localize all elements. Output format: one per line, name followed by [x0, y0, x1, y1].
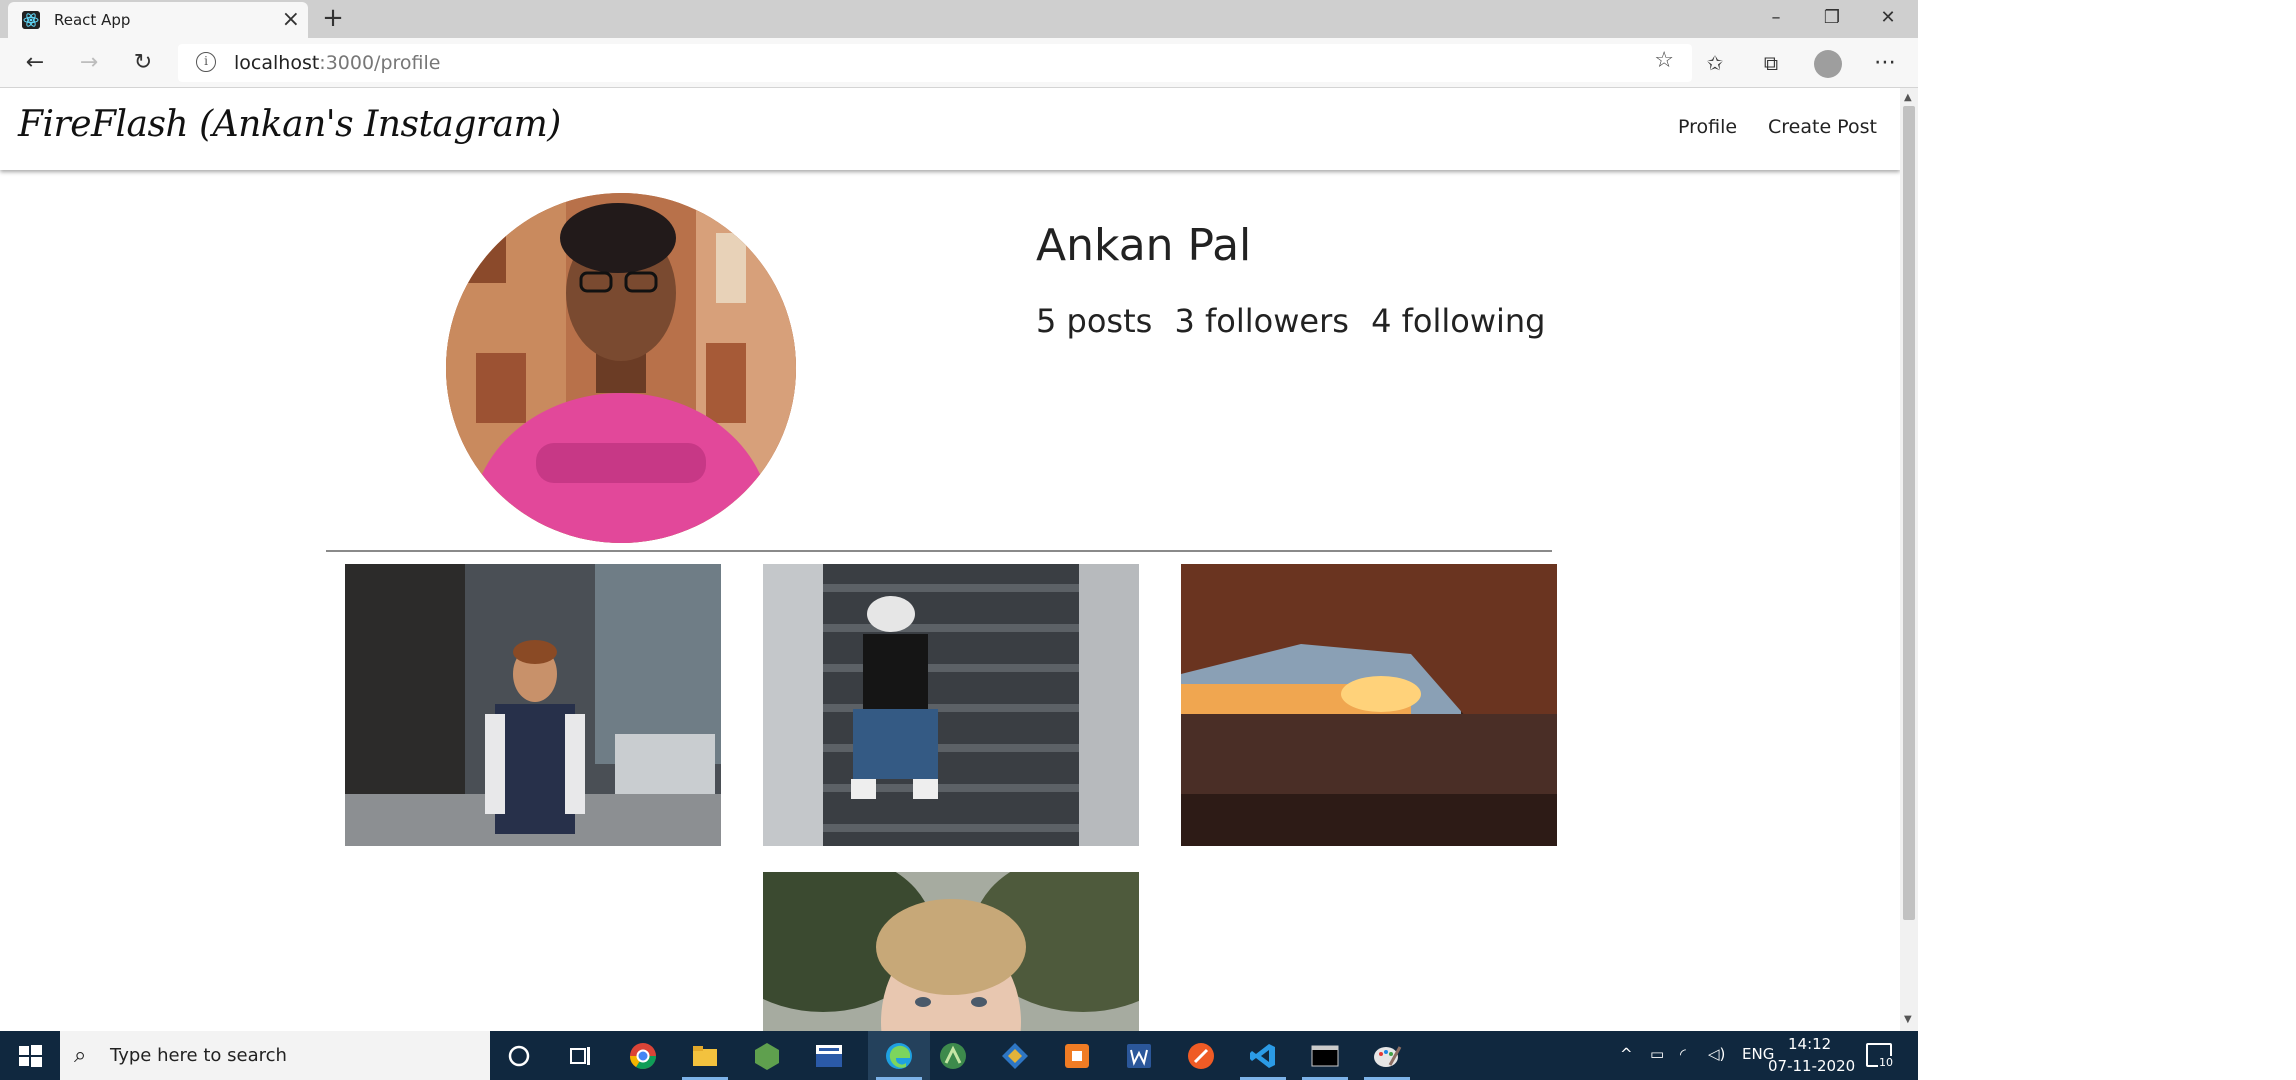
- posts-count: 5 posts: [1036, 302, 1153, 340]
- search-icon: ⌕: [74, 1043, 87, 1068]
- react-favicon-icon: [22, 11, 40, 29]
- address-bar[interactable]: i localhost:3000/profile ☆: [178, 44, 1692, 82]
- battery-icon[interactable]: ▭: [1650, 1045, 1664, 1063]
- screen: React App × + – ❐ ✕ ← → ↻ i localhost:30…: [0, 0, 2296, 1080]
- vscode-icon[interactable]: [1248, 1041, 1278, 1071]
- followers-count[interactable]: 3 followers: [1174, 302, 1348, 340]
- wifi-icon[interactable]: ◜: [1680, 1045, 1686, 1063]
- more-menu-icon[interactable]: ⋯: [1868, 46, 1902, 80]
- nodejs-icon[interactable]: [752, 1041, 782, 1071]
- notification-center-icon[interactable]: 10: [1866, 1043, 1894, 1069]
- reload-icon[interactable]: ↻: [126, 46, 160, 80]
- task-view-icon[interactable]: [566, 1041, 596, 1071]
- devcpp-icon[interactable]: [814, 1041, 844, 1071]
- profile-name: Ankan Pal: [1036, 220, 1252, 271]
- file-explorer-icon[interactable]: [690, 1041, 720, 1071]
- app-navbar: FireFlash (Ankan's Instagram) Profile Cr…: [0, 88, 1900, 170]
- forward-arrow-icon[interactable]: →: [72, 46, 106, 80]
- search-placeholder: Type here to search: [110, 1045, 287, 1066]
- scroll-down-arrow-icon[interactable]: ▼: [1904, 1014, 1912, 1025]
- scroll-up-arrow-icon[interactable]: ▲: [1904, 92, 1912, 103]
- brand-logo[interactable]: FireFlash (Ankan's Instagram): [18, 104, 561, 145]
- paint-icon[interactable]: [1372, 1041, 1402, 1071]
- browser-toolbar: ← → ↻ i localhost:3000/profile ☆ ✩ ⧉ ⋯: [0, 38, 1918, 88]
- chrome-icon[interactable]: [628, 1041, 658, 1071]
- profile-divider: [326, 550, 1552, 552]
- favorite-star-icon[interactable]: ☆: [1654, 48, 1674, 73]
- new-tab-icon[interactable]: +: [318, 2, 348, 34]
- user-avatar-icon[interactable]: [1814, 50, 1842, 78]
- window-close-icon[interactable]: ✕: [1860, 0, 1916, 38]
- page-viewport: FireFlash (Ankan's Instagram) Profile Cr…: [0, 88, 1918, 1031]
- clock-date[interactable]: 07-11-2020: [1768, 1057, 1855, 1075]
- post-thumbnail[interactable]: [763, 872, 1139, 1031]
- show-hidden-icons-icon[interactable]: ^: [1620, 1045, 1633, 1063]
- following-count[interactable]: 4 following: [1371, 302, 1545, 340]
- edge-icon[interactable]: [884, 1041, 914, 1071]
- restore-icon[interactable]: ❐: [1804, 0, 1860, 38]
- vertical-scrollbar[interactable]: ▲ ▼: [1900, 88, 1918, 1031]
- terminal-icon[interactable]: [1310, 1041, 1340, 1071]
- xampp-icon[interactable]: [1062, 1041, 1092, 1071]
- site-info-icon[interactable]: i: [196, 52, 216, 72]
- clock-time[interactable]: 14:12: [1788, 1035, 1831, 1053]
- minimize-icon[interactable]: –: [1748, 0, 1804, 38]
- taskbar-search-box[interactable]: ⌕ Type here to search: [60, 1031, 490, 1080]
- notification-count: 10: [1878, 1056, 1894, 1069]
- windows-taskbar: ⌕ Type here to search ^ ▭ ◜ ◁) ENG 14:12…: [0, 1031, 1918, 1080]
- profile-stats: 5 posts 3 followers 4 following: [1036, 302, 1557, 340]
- nav-link-create-post[interactable]: Create Post: [1768, 116, 1877, 138]
- tab-close-icon[interactable]: ×: [282, 6, 300, 34]
- volume-icon[interactable]: ◁): [1708, 1045, 1725, 1063]
- browser-tab[interactable]: React App ×: [8, 2, 308, 38]
- back-arrow-icon[interactable]: ←: [18, 46, 52, 80]
- windows-start-icon[interactable]: [0, 1031, 60, 1080]
- postman-icon[interactable]: [1186, 1041, 1216, 1071]
- profile-picture: [446, 193, 796, 543]
- post-thumbnail[interactable]: [345, 564, 721, 846]
- post-thumbnail[interactable]: [763, 564, 1139, 846]
- nav-link-profile[interactable]: Profile: [1678, 116, 1737, 138]
- favorites-list-icon[interactable]: ✩: [1698, 46, 1732, 80]
- scroll-thumb[interactable]: [1903, 106, 1915, 920]
- cortana-icon[interactable]: [504, 1041, 534, 1071]
- browser-tab-strip: React App × + – ❐ ✕: [0, 0, 1918, 38]
- git-icon[interactable]: [1000, 1041, 1030, 1071]
- collections-icon[interactable]: ⧉: [1754, 46, 1788, 80]
- android-studio-icon[interactable]: [938, 1041, 968, 1071]
- address-url[interactable]: localhost:3000/profile: [234, 52, 440, 74]
- tab-title: React App: [54, 11, 131, 29]
- post-thumbnail[interactable]: [1181, 564, 1557, 846]
- word-icon[interactable]: [1124, 1041, 1154, 1071]
